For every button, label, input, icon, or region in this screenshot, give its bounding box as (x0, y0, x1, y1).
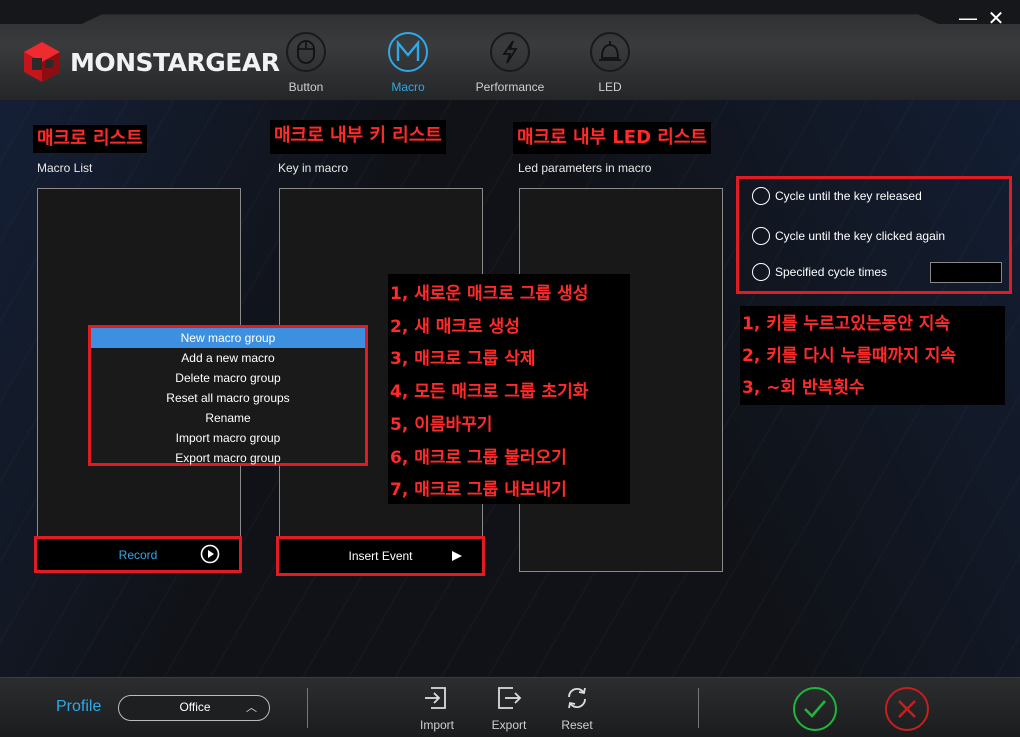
annotation-led-list: 매크로 내부 LED 리스트 (513, 122, 711, 154)
annotation-macro-list: 매크로 리스트 (33, 125, 147, 153)
cycle-note: 3, ~회 반복횟수 (742, 378, 865, 398)
option-specified-times[interactable]: Specified cycle times (752, 263, 887, 281)
lightning-icon (490, 32, 530, 72)
chevron-up-icon: ︿ (246, 701, 257, 714)
menu-note: 5, 이름바꾸기 (390, 414, 493, 435)
macro-m-icon (388, 32, 428, 72)
x-icon (898, 700, 916, 718)
header: — ✕ MONSTARGEAR Button Macro Performance… (0, 0, 1020, 100)
menu-item-rename[interactable]: Rename (91, 408, 365, 428)
logo-cube-icon (24, 42, 60, 82)
tab-performance[interactable]: Performance (470, 32, 550, 96)
menu-item-export-group[interactable]: Export macro group (91, 448, 365, 468)
tab-button[interactable]: Button (266, 32, 346, 96)
minimize-icon: — (958, 6, 978, 30)
export-icon (498, 687, 522, 709)
tab-macro-label: Macro (391, 80, 425, 94)
import-button[interactable]: Import (412, 684, 462, 732)
record-button[interactable]: Record (37, 539, 239, 570)
menu-note: 4, 모든 매크로 그룹 초기화 (390, 382, 589, 403)
export-button[interactable]: Export (484, 684, 534, 732)
menu-notes-box: 1, 새로운 매크로 그룹 생성 2, 새 매크로 생성 3, 매크로 그룹 삭… (388, 274, 630, 504)
insert-event-button[interactable]: Insert Event (279, 539, 482, 573)
annotation-key-in-macro: 매크로 내부 키 리스트 (270, 120, 446, 154)
option-label: Specified cycle times (775, 265, 888, 279)
bell-lamp-icon (590, 32, 630, 72)
profile-select[interactable]: Office ︿ (118, 695, 270, 721)
option-cycle-released[interactable]: Cycle until the key released (752, 187, 922, 205)
radio-button[interactable] (752, 263, 770, 281)
macro-list-label: Macro List (37, 161, 93, 175)
tab-macro[interactable]: Macro (368, 32, 448, 96)
close-icon: ✕ (987, 6, 1005, 30)
menu-item-new-macro-group[interactable]: New macro group (91, 328, 365, 348)
insert-event-label: Insert Event (348, 549, 413, 563)
tab-performance-label: Performance (475, 80, 545, 94)
menu-item-import-group[interactable]: Import macro group (91, 428, 365, 448)
tab-led-label: LED (598, 80, 622, 94)
play-circle-icon (200, 544, 220, 564)
menu-item-add-macro[interactable]: Add a new macro (91, 348, 365, 368)
import-icon (425, 687, 446, 709)
radio-button[interactable] (752, 187, 770, 205)
brand-logo: MONSTARGEAR (20, 40, 280, 84)
app-window: — ✕ MONSTARGEAR Button Macro Performance… (0, 0, 1020, 737)
tab-led[interactable]: LED (570, 32, 650, 96)
record-label: Record (118, 547, 158, 562)
profile-label: Profile (56, 698, 102, 715)
option-label: Cycle until the key clicked again (775, 229, 946, 243)
led-params-label: Led parameters in macro (518, 161, 652, 175)
menu-note: 1, 새로운 매크로 그룹 생성 (390, 284, 589, 304)
header-decoration (0, 0, 1020, 24)
menu-note: 7, 매크로 그룹 내보내기 (390, 480, 567, 501)
menu-note: 6, 매크로 그룹 불러오기 (390, 447, 567, 468)
option-cycle-clicked-again[interactable]: Cycle until the key clicked again (752, 227, 945, 245)
radio-button[interactable] (752, 227, 770, 245)
confirm-button[interactable] (793, 687, 837, 731)
footer-bar: Profile Office ︿ Import Export Reset (0, 677, 1020, 737)
option-label: Cycle until the key released (775, 189, 922, 203)
checkmark-icon (804, 700, 826, 718)
key-in-macro-label: Key in macro (278, 161, 349, 175)
logo-text: MONSTARGEAR (70, 47, 280, 77)
divider (698, 688, 699, 728)
reset-button[interactable]: Reset (552, 684, 602, 732)
cycle-notes-box: 1, 키를 누르고있는동안 지속 2, 키를 다시 누를때까지 지속 3, ~회… (740, 306, 1005, 405)
export-label: Export (491, 718, 527, 732)
cycle-times-input[interactable] (930, 262, 1002, 283)
reset-icon (568, 687, 586, 709)
tab-button-label: Button (288, 80, 324, 94)
close-button[interactable]: ✕ (984, 6, 1008, 30)
cycle-note: 2, 키를 다시 누를때까지 지속 (742, 346, 957, 366)
import-label: Import (419, 718, 454, 732)
macro-context-menu: New macro group Add a new macro Delete m… (88, 325, 368, 466)
menu-item-reset-all[interactable]: Reset all macro groups (91, 388, 365, 408)
mouse-icon (286, 32, 326, 72)
menu-note: 3, 매크로 그룹 삭제 (390, 349, 536, 370)
play-arrow-icon (452, 551, 462, 561)
cycle-note: 1, 키를 누르고있는동안 지속 (742, 314, 951, 334)
menu-note: 2, 새 매크로 생성 (390, 316, 520, 337)
reset-label: Reset (561, 718, 593, 732)
divider (307, 688, 308, 728)
menu-item-delete-group[interactable]: Delete macro group (91, 368, 365, 388)
minimize-button[interactable]: — (956, 6, 980, 30)
cancel-button[interactable] (885, 687, 929, 731)
